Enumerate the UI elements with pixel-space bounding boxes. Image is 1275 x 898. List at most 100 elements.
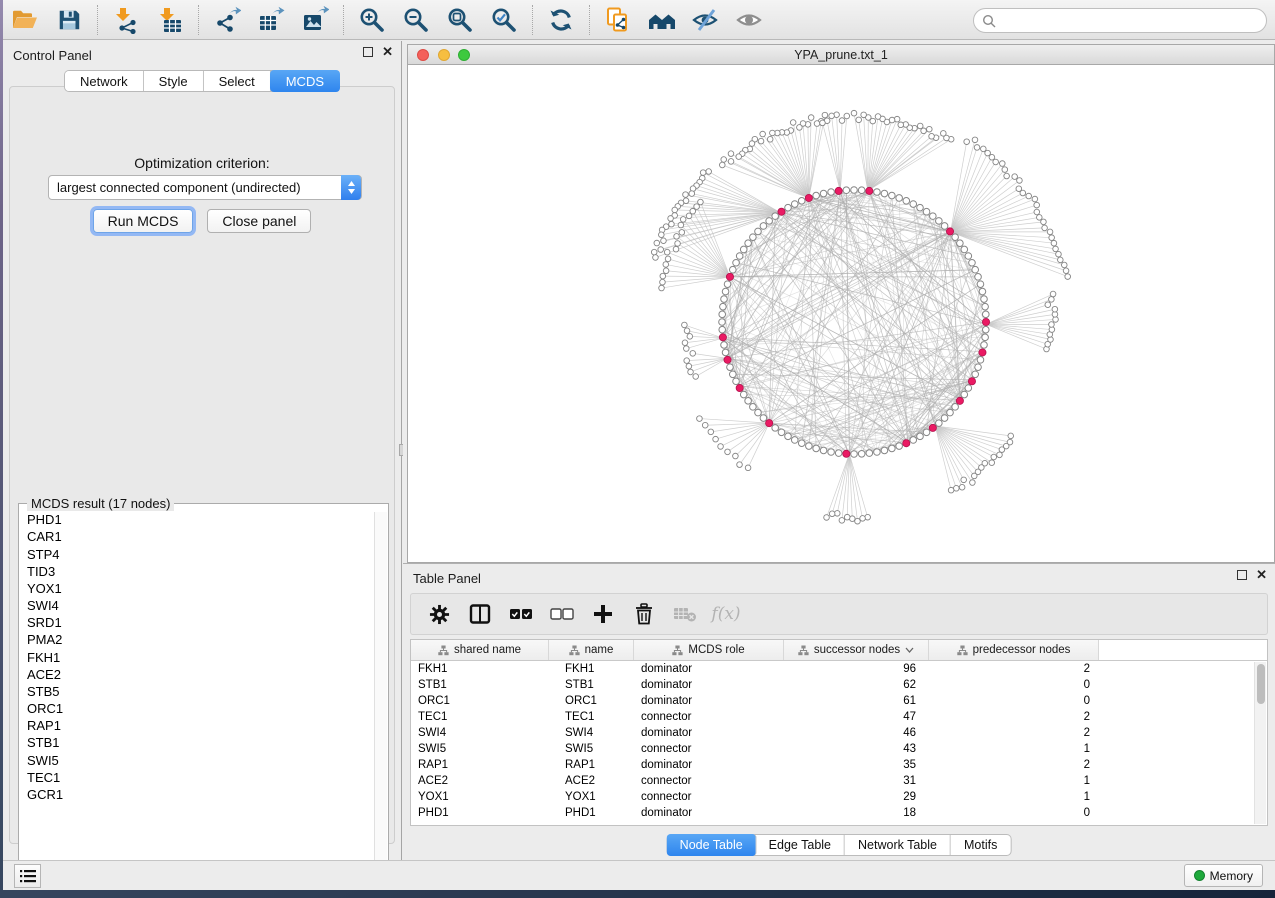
add-column-icon[interactable]	[591, 602, 615, 626]
run-mcds-button[interactable]: Run MCDS	[93, 209, 194, 233]
mcds-node-item[interactable]: YOX1	[20, 581, 375, 598]
cell: SWI5	[549, 741, 634, 757]
import-table-icon[interactable]	[155, 5, 185, 35]
tab-select[interactable]: Select	[204, 71, 271, 91]
memory-button[interactable]: Memory	[1184, 864, 1263, 887]
table-row[interactable]: SWI5SWI5connector431	[411, 741, 1267, 757]
show-all-icon[interactable]	[735, 5, 765, 35]
control-panel-tabs: NetworkStyleSelectMCDS	[64, 70, 340, 92]
close-panel-button[interactable]: Close panel	[207, 209, 311, 233]
table-row[interactable]: PHD1PHD1dominator180	[411, 805, 1267, 821]
mcds-node-item[interactable]: PHD1	[20, 512, 375, 529]
mcds-node-item[interactable]: RAP1	[20, 718, 375, 735]
delete-column-icon[interactable]	[632, 602, 656, 626]
network-title: YPA_prune.txt_1	[408, 48, 1274, 62]
task-history-button[interactable]	[14, 864, 41, 888]
cell: connector	[634, 773, 784, 789]
close-panel-icon[interactable]: ✕	[382, 47, 393, 57]
criterion-select[interactable]: largest connected component (undirected)	[48, 175, 362, 200]
column-header-predecessor-nodes[interactable]: predecessor nodes	[929, 640, 1099, 660]
cell: FKH1	[549, 661, 634, 677]
mcds-node-item[interactable]: PMA2	[20, 632, 375, 649]
zoom-out-icon[interactable]	[401, 5, 431, 35]
table-row[interactable]: ACE2ACE2connector311	[411, 773, 1267, 789]
search-input[interactable]	[1002, 13, 1266, 28]
mcds-node-item[interactable]: GCR1	[20, 787, 375, 804]
table-row[interactable]: FKH1FKH1dominator962	[411, 661, 1267, 677]
export-table-icon[interactable]	[256, 5, 286, 35]
mcds-node-item[interactable]: CAR1	[20, 529, 375, 546]
tab-node-table[interactable]: Node Table	[667, 834, 757, 856]
tab-edge-table[interactable]: Edge Table	[756, 835, 845, 855]
select-stepper-icon	[341, 175, 361, 200]
cell	[1099, 677, 1267, 693]
cell: STB1	[549, 677, 634, 693]
column-header-successor-nodes[interactable]: successor nodes	[784, 640, 929, 660]
zoom-selected-icon[interactable]	[489, 5, 519, 35]
cell: ORC1	[411, 693, 549, 709]
mcds-node-item[interactable]: ACE2	[20, 667, 375, 684]
column-header-MCDS-role[interactable]: MCDS role	[634, 640, 784, 660]
status-bar: Memory	[3, 860, 1275, 890]
cell: TEC1	[549, 709, 634, 725]
column-header-shared-name[interactable]: shared name	[411, 640, 549, 660]
tab-mcds[interactable]: MCDS	[270, 70, 340, 92]
tab-motifs[interactable]: Motifs	[951, 835, 1010, 855]
mcds-list-scrollbar[interactable]	[374, 512, 387, 872]
table-scrollbar[interactable]	[1254, 662, 1266, 824]
table-row[interactable]: YOX1YOX1connector291	[411, 789, 1267, 805]
mcds-node-item[interactable]: STB1	[20, 735, 375, 752]
column-layout-icon[interactable]	[468, 602, 492, 626]
mcds-node-item[interactable]: TID3	[20, 564, 375, 581]
cell: connector	[634, 741, 784, 757]
column-type-icon	[569, 645, 580, 656]
mcds-node-item[interactable]: TEC1	[20, 770, 375, 787]
float-panel-icon[interactable]	[363, 47, 373, 57]
first-neighbors-icon[interactable]	[647, 5, 677, 35]
column-header-name[interactable]: name	[549, 640, 634, 660]
table-settings-icon[interactable]	[427, 602, 451, 626]
hide-selected-icon[interactable]	[691, 5, 721, 35]
cell	[1099, 757, 1267, 773]
column-label: shared name	[454, 644, 521, 656]
cell: PHD1	[549, 805, 634, 821]
tab-network[interactable]: Network	[65, 71, 144, 91]
zoom-in-icon[interactable]	[357, 5, 387, 35]
cell: 2	[929, 709, 1099, 725]
search-field[interactable]	[973, 8, 1267, 33]
column-type-icon	[438, 645, 449, 656]
mcds-node-item[interactable]: SWI4	[20, 598, 375, 615]
cell	[1099, 773, 1267, 789]
mcds-node-item[interactable]: FKH1	[20, 649, 375, 666]
export-network-icon[interactable]	[212, 5, 242, 35]
zoom-fit-icon[interactable]	[445, 5, 475, 35]
save-session-icon[interactable]	[54, 5, 84, 35]
float-panel-icon[interactable]	[1237, 570, 1247, 580]
tab-style[interactable]: Style	[144, 71, 204, 91]
export-image-icon[interactable]	[300, 5, 330, 35]
table-row[interactable]: ORC1ORC1dominator610	[411, 693, 1267, 709]
cell	[1099, 805, 1267, 821]
cell: 61	[784, 693, 929, 709]
table-row[interactable]: SWI4SWI4dominator462	[411, 725, 1267, 741]
network-canvas[interactable]	[407, 64, 1275, 563]
mcds-node-item[interactable]: STP4	[20, 546, 375, 563]
mcds-node-item[interactable]: STB5	[20, 684, 375, 701]
mcds-node-item[interactable]: SWI5	[20, 752, 375, 769]
table-row[interactable]: RAP1RAP1dominator352	[411, 757, 1267, 773]
tab-network-table[interactable]: Network Table	[845, 835, 951, 855]
table-row[interactable]: STB1STB1dominator620	[411, 677, 1267, 693]
cell: ORC1	[549, 693, 634, 709]
cell: RAP1	[411, 757, 549, 773]
mcds-node-item[interactable]: ORC1	[20, 701, 375, 718]
deselect-all-icon[interactable]	[550, 602, 574, 626]
import-network-icon[interactable]	[111, 5, 141, 35]
select-all-icon[interactable]	[509, 602, 533, 626]
table-row[interactable]: TEC1TEC1connector472	[411, 709, 1267, 725]
network-title-bar[interactable]: YPA_prune.txt_1	[407, 44, 1275, 64]
copy-view-icon[interactable]	[603, 5, 633, 35]
refresh-icon[interactable]	[546, 5, 576, 35]
close-panel-icon[interactable]: ✕	[1256, 570, 1267, 580]
mcds-node-item[interactable]: SRD1	[20, 615, 375, 632]
open-file-icon[interactable]	[10, 5, 40, 35]
